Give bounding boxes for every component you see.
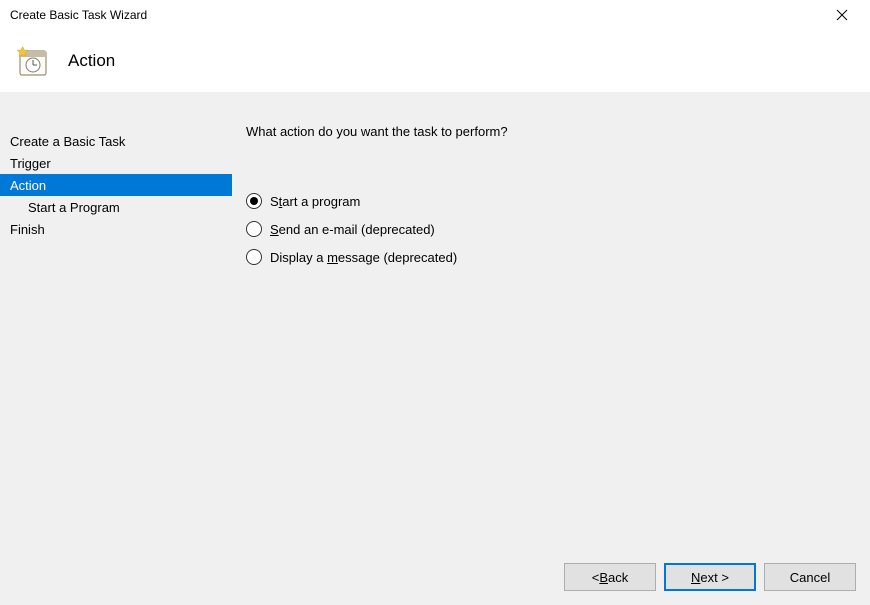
nav-item-label: Create a Basic Task <box>10 134 125 149</box>
nav-item-label: Finish <box>10 222 45 237</box>
back-label-pre: < <box>592 570 600 585</box>
back-button[interactable]: < Back <box>564 563 656 591</box>
nav-item[interactable]: Finish <box>0 218 232 240</box>
main-panel: What action do you want the task to perf… <box>232 92 870 605</box>
close-icon <box>836 9 848 21</box>
nav-item[interactable]: Start a Program <box>0 196 232 218</box>
nav-item[interactable]: Action <box>0 174 232 196</box>
radio-option[interactable]: Send an e-mail (deprecated) <box>246 221 850 237</box>
header-band: Action <box>0 30 870 92</box>
nav-item-label: Trigger <box>10 156 51 171</box>
radio-icon <box>246 249 262 265</box>
close-button[interactable] <box>822 1 862 29</box>
prompt-text: What action do you want the task to perf… <box>246 124 850 139</box>
wizard-icon <box>14 43 50 79</box>
radio-option[interactable]: Display a message (deprecated) <box>246 249 850 265</box>
nav-item-label: Action <box>10 178 46 193</box>
next-button[interactable]: Next > <box>664 563 756 591</box>
next-label-post: ext > <box>700 570 729 585</box>
next-label-mnemonic: N <box>691 570 700 585</box>
nav-item[interactable]: Create a Basic Task <box>0 130 232 152</box>
nav-panel: Create a Basic Task Trigger Action Start a … <box>0 92 232 605</box>
radio-label: Display a message (deprecated) <box>270 250 457 265</box>
radio-label: Start a program <box>270 194 360 209</box>
page-title: Action <box>68 51 115 71</box>
button-row: < Back Next > Cancel <box>564 563 856 591</box>
content-area: Create a Basic Task Trigger Action Start a … <box>0 92 870 605</box>
nav-item-label: Start a Program <box>28 200 120 215</box>
radio-label: Send an e-mail (deprecated) <box>270 222 435 237</box>
cancel-button[interactable]: Cancel <box>764 563 856 591</box>
window-title: Create Basic Task Wizard <box>10 8 147 22</box>
nav-item[interactable]: Trigger <box>0 152 232 174</box>
radio-icon <box>246 193 262 209</box>
back-label-post: ack <box>608 570 628 585</box>
radio-icon <box>246 221 262 237</box>
radio-group: Start a program Send an e-mail (deprecate… <box>246 193 850 265</box>
back-label-mnemonic: B <box>599 570 608 585</box>
titlebar: Create Basic Task Wizard <box>0 0 870 30</box>
radio-option[interactable]: Start a program <box>246 193 850 209</box>
